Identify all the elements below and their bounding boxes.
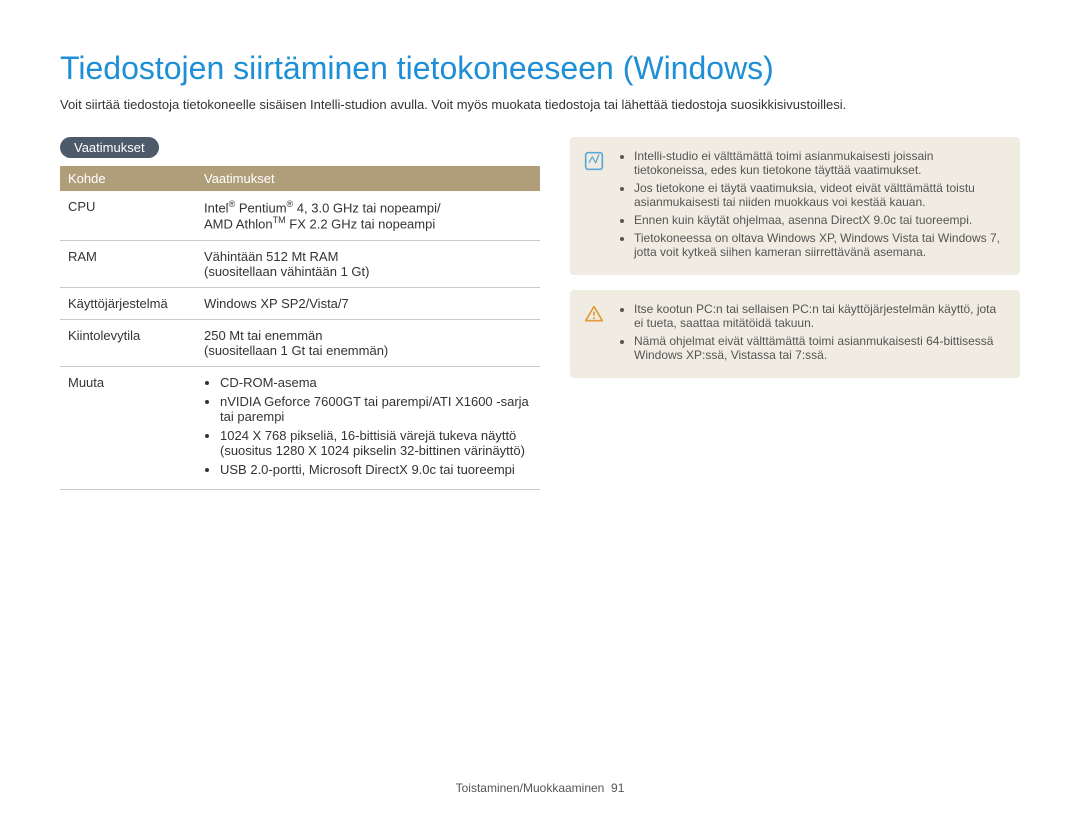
note-icon: [584, 151, 604, 171]
other-key: Muuta: [60, 366, 196, 489]
warning-item: Itse kootun PC:n tai sellaisen PC:n tai …: [634, 302, 1002, 330]
hdd-value: 250 Mt tai enemmän (suositellaan 1 Gt ta…: [196, 319, 540, 366]
page-title: Tiedostojen siirtäminen tietokoneeseen (…: [60, 50, 1020, 87]
footer-section: Toistaminen/Muokkaaminen: [456, 781, 605, 795]
table-header-key: Kohde: [60, 166, 196, 191]
requirements-table: Kohde Vaatimukset CPU Intel® Pentium® 4,…: [60, 166, 540, 490]
warning-icon: [584, 304, 604, 324]
other-value: CD-ROM-asema nVIDIA Geforce 7600GT tai p…: [196, 366, 540, 489]
info-item: Jos tietokone ei täytä vaatimuksia, vide…: [634, 181, 1002, 209]
ram-key: RAM: [60, 240, 196, 287]
os-key: Käyttöjärjestelmä: [60, 287, 196, 319]
table-row: Käyttöjärjestelmä Windows XP SP2/Vista/7: [60, 287, 540, 319]
info-note-box: Intelli-studio ei välttämättä toimi asia…: [570, 137, 1020, 275]
info-item: Intelli-studio ei välttämättä toimi asia…: [634, 149, 1002, 177]
footer-page-number: 91: [611, 781, 624, 795]
cpu-key: CPU: [60, 191, 196, 240]
hdd-key: Kiintolevytila: [60, 319, 196, 366]
warning-note-box: Itse kootun PC:n tai sellaisen PC:n tai …: [570, 290, 1020, 378]
info-item: Tietokoneessa on oltava Windows XP, Wind…: [634, 231, 1002, 259]
os-value: Windows XP SP2/Vista/7: [196, 287, 540, 319]
table-row: RAM Vähintään 512 Mt RAM (suositellaan v…: [60, 240, 540, 287]
table-row: CPU Intel® Pentium® 4, 3.0 GHz tai nopea…: [60, 191, 540, 240]
intro-text: Voit siirtää tiedostoja tietokoneelle si…: [60, 97, 1020, 112]
info-item: Ennen kuin käytät ohjelmaa, asenna Direc…: [634, 213, 1002, 227]
table-row: Kiintolevytila 250 Mt tai enemmän (suosi…: [60, 319, 540, 366]
warning-item: Nämä ohjelmat eivät välttämättä toimi as…: [634, 334, 1002, 362]
ram-value: Vähintään 512 Mt RAM (suositellaan vähin…: [196, 240, 540, 287]
table-header-value: Vaatimukset: [196, 166, 540, 191]
requirements-heading: Vaatimukset: [60, 137, 159, 158]
page-footer: Toistaminen/Muokkaaminen 91: [0, 781, 1080, 795]
cpu-value: Intel® Pentium® 4, 3.0 GHz tai nopeampi/…: [196, 191, 540, 240]
table-row: Muuta CD-ROM-asema nVIDIA Geforce 7600GT…: [60, 366, 540, 489]
